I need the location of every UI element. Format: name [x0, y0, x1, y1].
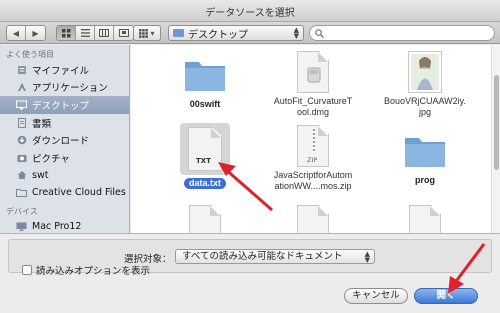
sidebar-item-creative-cloud-files[interactable]: Creative Cloud Files — [0, 184, 129, 202]
file-item-partial[interactable] — [297, 205, 329, 233]
toolbar: ◀ ▶ ▾ デスクトップ ▲ ▼ — [0, 22, 500, 44]
sidebar-item-label: マイファイル — [32, 65, 90, 77]
folder-icon — [185, 62, 225, 91]
search-icon — [315, 28, 324, 38]
column-view-button[interactable] — [95, 26, 114, 40]
file-name: 00swift — [189, 99, 221, 109]
search-field[interactable] — [309, 25, 495, 41]
downloads-icon — [16, 135, 27, 146]
file-type-badge: ZIP — [307, 156, 318, 164]
sidebar-item-downloads[interactable]: ダウンロード — [0, 131, 129, 149]
sidebar-item-label: ピクチャ — [32, 153, 70, 165]
chevron-down-icon: ▾ — [150, 28, 155, 38]
arrange-button[interactable]: ▾ — [133, 25, 161, 41]
sidebar-item-label: ダウンロード — [32, 136, 90, 148]
show-options-row[interactable]: 読み込みオプションを表示 — [22, 263, 150, 277]
view-mode-buttons — [56, 25, 134, 41]
open-button[interactable]: 開く — [414, 288, 478, 304]
sidebar-item-label: 書類 — [32, 118, 52, 130]
sidebar-section-header: よく使う項目 — [6, 50, 54, 59]
file-item-partial[interactable] — [409, 205, 441, 233]
file-name: prog — [415, 175, 435, 185]
file-item-partial[interactable] — [189, 205, 221, 233]
arrange-icon — [139, 28, 149, 38]
open-dialog-window: データソースを選択 ◀ ▶ ▾ デスクトップ ▲ ▼ よく使う項目 マイファイル… — [0, 0, 500, 313]
text-file-icon: TXT — [188, 127, 222, 171]
window-title: データソースを選択 — [205, 8, 295, 19]
document-icon — [297, 205, 329, 233]
all-my-files-icon — [16, 64, 27, 75]
location-popup[interactable]: デスクトップ ▲ ▼ — [168, 25, 304, 41]
icon-view-button[interactable] — [57, 26, 76, 40]
file-name: BouoVRjCUAAW2iy. jpg — [383, 96, 467, 117]
chevron-left-icon: ◀ — [12, 28, 20, 38]
file-browser: 00swift AutoFit_CurvatureT ool.dmg BouoV… — [131, 45, 500, 233]
sidebar: よく使う項目 マイファイル アプリケーション デスクトップ 書類 ダウンロード … — [0, 45, 130, 233]
home-icon — [16, 170, 27, 181]
navigation-buttons: ◀ ▶ — [6, 25, 46, 41]
file-name-selected: data.txt — [183, 178, 226, 189]
sidebar-item-all-my-files[interactable]: マイファイル — [0, 61, 129, 79]
list-view-button[interactable] — [76, 26, 95, 40]
sidebar-item-desktop[interactable]: デスクトップ — [0, 96, 129, 114]
desktop-icon — [16, 99, 27, 110]
sidebar-item-documents[interactable]: 書類 — [0, 114, 129, 132]
title-bar: データソースを選択 — [0, 0, 500, 22]
applications-icon — [16, 82, 27, 93]
forward-button[interactable]: ▶ — [26, 26, 45, 40]
sidebar-item-applications[interactable]: アプリケーション — [0, 79, 129, 97]
bottom-pane: 選択対象： すべての読み込み可能なドキュメント ▲ ▼ 読み込みオプションを表示 … — [0, 233, 500, 313]
sidebar-item-label: Mac Pro12 — [32, 221, 82, 233]
coverflow-view-button[interactable] — [114, 26, 133, 40]
file-item-prog[interactable]: prog — [377, 133, 473, 186]
list-view-icon — [80, 29, 90, 37]
icon-view-icon — [61, 28, 70, 37]
computer-icon — [16, 221, 27, 232]
filter-value: すべての読み込み可能なドキュメント — [182, 251, 343, 262]
pictures-icon — [16, 152, 27, 163]
image-icon — [408, 51, 442, 93]
show-options-label: 読み込みオプションを表示 — [36, 266, 151, 277]
document-icon — [409, 205, 441, 233]
disk-icon — [307, 67, 321, 83]
documents-icon — [16, 117, 27, 128]
scrollbar-thumb[interactable] — [494, 75, 499, 170]
file-item-bouovrj-jpg[interactable]: BouoVRjCUAAW2iy. jpg — [377, 51, 473, 118]
folder-icon — [173, 29, 184, 37]
zip-file-icon: ZIP — [297, 125, 329, 167]
folder-icon — [16, 187, 27, 198]
sidebar-item-mac-pro[interactable]: Mac Pro12 — [0, 218, 129, 233]
image-thumbnail — [408, 51, 442, 93]
file-item-autofit-dmg[interactable]: AutoFit_CurvatureT ool.dmg — [265, 51, 361, 118]
updown-arrows-icon: ▲ ▼ — [364, 250, 370, 264]
cancel-button[interactable]: キャンセル — [344, 288, 408, 304]
folder-icon — [405, 138, 445, 167]
coverflow-view-icon — [118, 29, 129, 37]
location-label: デスクトップ — [188, 29, 248, 41]
sidebar-item-label: アプリケーション — [32, 83, 108, 95]
sidebar-item-label: swt — [32, 169, 49, 181]
zipper-icon — [313, 129, 315, 151]
sidebar-item-swt[interactable]: swt — [0, 167, 129, 185]
file-type-badge: TXT — [196, 157, 211, 165]
filter-popup[interactable]: すべての読み込み可能なドキュメント ▲ ▼ — [175, 249, 375, 264]
sidebar-section-header: デバイス — [6, 206, 38, 216]
file-item-00swift[interactable]: 00swift — [157, 57, 253, 110]
chevron-right-icon: ▶ — [32, 28, 39, 38]
sidebar-item-label: デスクトップ — [32, 100, 90, 112]
file-item-javascript-zip[interactable]: ZIP JavaScriptforAutom ationWW....mos.zip — [265, 125, 361, 192]
column-view-icon — [99, 29, 109, 37]
back-button[interactable]: ◀ — [7, 26, 26, 40]
disk-image-icon — [297, 51, 329, 93]
file-name: JavaScriptforAutom ationWW....mos.zip — [273, 170, 353, 191]
updown-arrows-icon: ▲ ▼ — [293, 26, 299, 40]
sidebar-item-label: Creative Cloud Files — [32, 187, 126, 199]
vertical-scrollbar[interactable] — [491, 45, 500, 233]
show-options-checkbox[interactable] — [22, 265, 32, 275]
file-item-data-txt[interactable]: TXT data.txt — [157, 123, 253, 189]
sidebar-item-pictures[interactable]: ピクチャ — [0, 149, 129, 167]
file-name: AutoFit_CurvatureT ool.dmg — [273, 96, 353, 117]
document-icon — [189, 205, 221, 233]
selected-icon-highlight: TXT — [180, 123, 230, 175]
